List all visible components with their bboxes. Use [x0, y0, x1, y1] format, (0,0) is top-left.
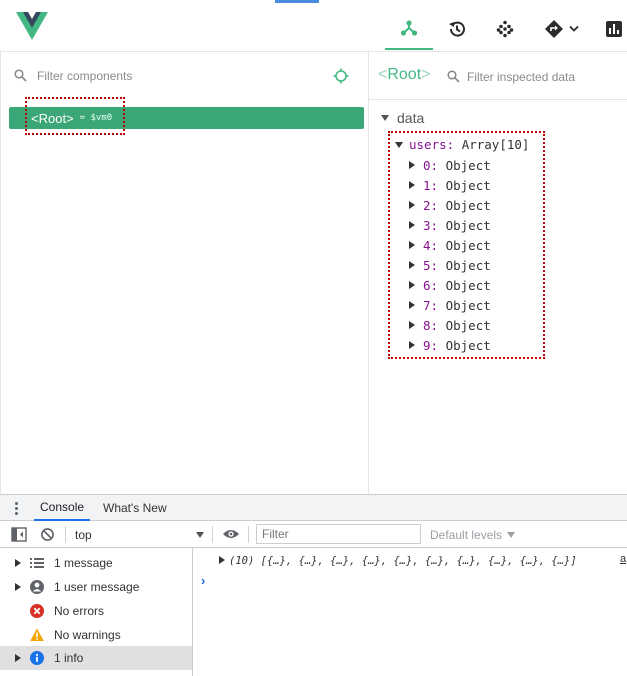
- browser-tab-indicator: [275, 0, 319, 3]
- console-toolbar: top Default levels: [0, 521, 627, 548]
- routing-tab-button[interactable]: [540, 8, 584, 50]
- components-tab-button[interactable]: [385, 8, 433, 50]
- sidebar-item-errors[interactable]: No errors: [0, 599, 192, 623]
- list-icon: [30, 558, 44, 568]
- levels-dropdown-arrow-icon: [507, 532, 516, 538]
- more-options-icon[interactable]: [15, 502, 18, 517]
- sidebar-item-label: 1 message: [54, 556, 113, 570]
- sidebar-item-label: No warnings: [54, 628, 121, 642]
- plugins-tab-button[interactable]: [488, 8, 522, 50]
- select-component-target-icon[interactable]: [333, 68, 349, 84]
- highlight-root-annotation: [25, 97, 125, 135]
- error-icon: [30, 604, 44, 618]
- log-levels-dropdown[interactable]: Default levels: [430, 528, 516, 542]
- context-selector[interactable]: top: [75, 528, 92, 542]
- console-sidebar: 1 message 1 user message No errors No wa…: [0, 548, 193, 676]
- log-source-link[interactable]: a: [620, 553, 626, 565]
- toolbar-divider: [212, 526, 213, 543]
- inspected-component-name: <Root>: [378, 66, 431, 83]
- tab-whats-new[interactable]: What's New: [98, 495, 172, 521]
- tab-console[interactable]: Console: [34, 495, 91, 521]
- console-filter-input[interactable]: [256, 524, 421, 544]
- sidebar-item-info[interactable]: 1 info: [0, 646, 192, 670]
- sidebar-item-label: No errors: [54, 604, 105, 618]
- search-icon: [14, 69, 27, 82]
- expand-triangle-icon: [15, 654, 21, 662]
- dots-grid-icon: [496, 20, 514, 38]
- context-dropdown-arrow-icon[interactable]: [196, 532, 204, 538]
- devtools-top-bar: [0, 0, 627, 52]
- show-sidebar-icon[interactable]: [11, 527, 27, 542]
- highlight-users-annotation: [388, 131, 545, 359]
- sidebar-item-warnings[interactable]: No warnings: [0, 623, 192, 647]
- filter-components-input[interactable]: [37, 67, 297, 85]
- performance-tab-button[interactable]: [600, 8, 627, 50]
- components-filter-row: [1, 52, 369, 100]
- sidebar-item-messages[interactable]: 1 message: [0, 551, 192, 575]
- bar-chart-icon: [605, 21, 622, 37]
- collapse-triangle-icon: [381, 115, 389, 121]
- toolbar-divider: [248, 526, 249, 543]
- log-levels-label: Default levels: [430, 528, 503, 542]
- sidebar-item-user-messages[interactable]: 1 user message: [0, 575, 192, 599]
- console-output: (10) [{…}, {…}, {…}, {…}, {…}, {…}, {…},…: [193, 548, 627, 676]
- expand-log-triangle-icon[interactable]: [219, 556, 225, 564]
- user-icon: [30, 580, 44, 594]
- components-tree-icon: [400, 20, 418, 36]
- expand-triangle-icon: [15, 583, 21, 591]
- sidebar-item-label: 1 user message: [54, 580, 140, 594]
- console-log-entry[interactable]: (10) [{…}, {…}, {…}, {…}, {…}, {…}, {…},…: [229, 555, 577, 567]
- search-icon: [447, 70, 460, 83]
- history-icon: [449, 21, 465, 37]
- vue-logo-icon: [16, 12, 48, 40]
- data-section-header[interactable]: data: [381, 110, 424, 126]
- warning-icon: [30, 628, 44, 641]
- route-diamond-icon: [545, 20, 579, 38]
- data-section-label: data: [397, 110, 425, 126]
- toolbar-divider: [65, 526, 66, 543]
- info-icon: [30, 651, 44, 665]
- console-prompt[interactable]: ›: [201, 573, 205, 588]
- filter-inspected-data-input[interactable]: [467, 68, 622, 86]
- clear-console-icon[interactable]: [40, 527, 55, 542]
- drawer-tab-bar: Console What's New: [0, 494, 627, 521]
- timeline-tab-button[interactable]: [440, 8, 474, 50]
- inspector-header: <Root>: [369, 52, 627, 100]
- sidebar-item-label: 1 info: [54, 651, 84, 665]
- live-expression-eye-icon[interactable]: [222, 528, 240, 540]
- expand-triangle-icon: [15, 559, 21, 567]
